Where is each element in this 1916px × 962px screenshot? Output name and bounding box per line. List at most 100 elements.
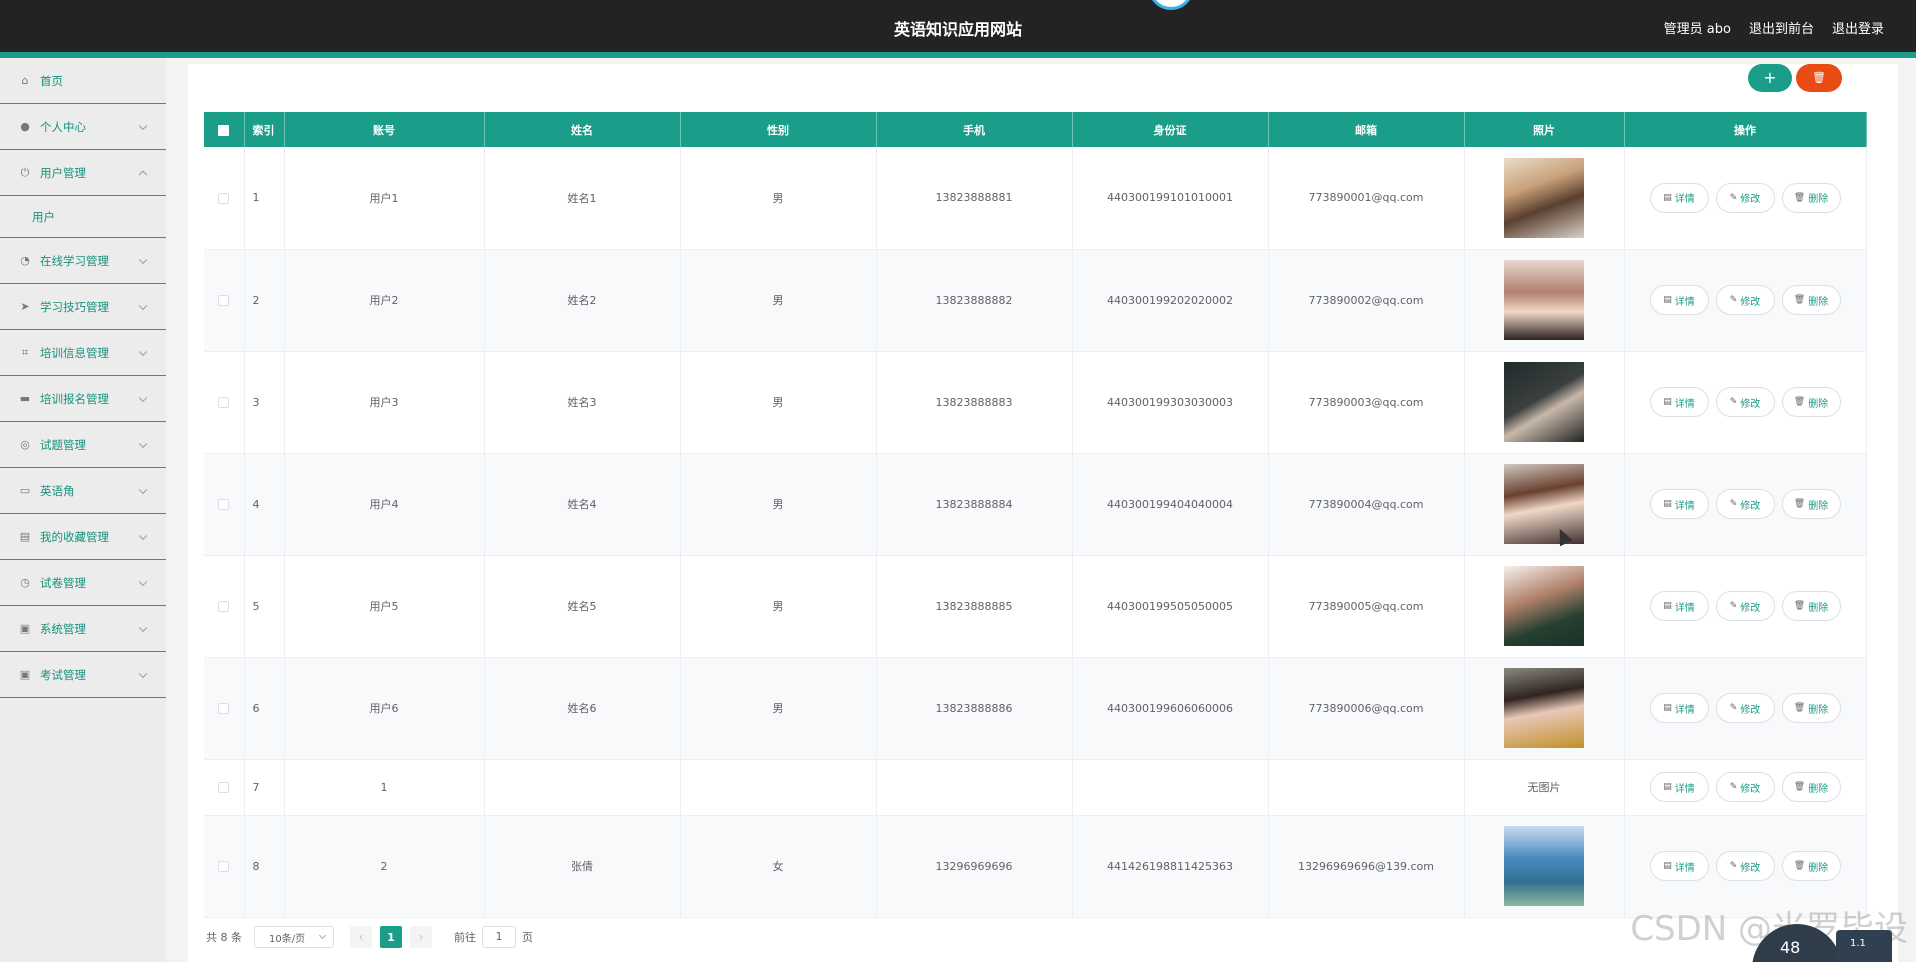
row-checkbox[interactable]: [204, 555, 245, 658]
sidebar-item-personal-center[interactable]: ● 个人中心: [0, 104, 166, 150]
detail-button[interactable]: ▤ 详情: [1649, 387, 1709, 417]
delete-button[interactable]: 🗑 删除: [1781, 851, 1841, 881]
column-header: 姓名: [484, 112, 681, 147]
admin-label: 管理员 abo: [1663, 22, 1731, 37]
edit-button[interactable]: ✎ 修改: [1715, 489, 1775, 519]
page-size-value: 10条/页: [269, 933, 306, 945]
chevron-down-icon: [138, 577, 148, 586]
edit-button[interactable]: ✎ 修改: [1715, 591, 1775, 621]
row-checkbox[interactable]: [204, 657, 245, 760]
back-to-front-link[interactable]: 退出到前台: [1749, 18, 1814, 37]
cell-gender: 男: [680, 657, 877, 760]
edit-button[interactable]: ✎ 修改: [1715, 772, 1775, 802]
sidebar-item-system[interactable]: ▣ 系统管理: [0, 606, 166, 652]
table-row: 8 2 张倩 女 13296969696 441426198811425363 …: [204, 815, 1867, 918]
detail-button[interactable]: ▤ 详情: [1649, 851, 1709, 881]
page-size-select[interactable]: 10条/页: [254, 926, 334, 948]
pencil-icon: ✎: [1729, 192, 1738, 203]
user-photo: [1504, 668, 1584, 748]
printer-icon: ▤: [19, 530, 31, 543]
sidebar-item-user-management[interactable]: ⏻ 用户管理: [0, 150, 166, 196]
cell-actions: ▤ 详情 ✎ 修改 🗑 删除: [1624, 759, 1867, 816]
edit-button[interactable]: ✎ 修改: [1715, 693, 1775, 723]
select-all-checkbox[interactable]: [204, 112, 245, 147]
sidebar-item-favorites[interactable]: ▤ 我的收藏管理: [0, 514, 166, 560]
sidebar-subitem-user[interactable]: 用户: [0, 196, 166, 238]
next-page-button[interactable]: ›: [410, 926, 432, 948]
user-table: 索引 账号 姓名 性别 手机 身份证 邮箱 照片 操作 1 用户1 姓名1 男 …: [204, 112, 1867, 918]
edit-button[interactable]: ✎ 修改: [1715, 851, 1775, 881]
briefcase-icon: ▭: [19, 484, 31, 497]
user-icon: ●: [20, 120, 30, 133]
sidebar-item-label: 用户管理: [40, 165, 86, 180]
column-header: 手机: [876, 112, 1073, 147]
detail-button[interactable]: ▤ 详情: [1649, 489, 1709, 519]
detail-button[interactable]: ▤ 详情: [1649, 285, 1709, 315]
column-header: 邮箱: [1268, 112, 1465, 147]
cell-gender: 男: [680, 351, 877, 454]
delete-button[interactable]: 🗑 删除: [1781, 591, 1841, 621]
cell-phone: 13823888885: [876, 555, 1073, 658]
delete-button[interactable]: 🗑 删除: [1781, 182, 1841, 213]
detail-button[interactable]: ▤ 详情: [1649, 182, 1709, 213]
chevron-down-icon: [138, 121, 148, 130]
detail-button[interactable]: ▤ 详情: [1649, 693, 1709, 723]
cell-photo: [1464, 453, 1625, 556]
detail-button[interactable]: ▤ 详情: [1649, 772, 1709, 802]
logout-link[interactable]: 退出登录: [1832, 18, 1884, 37]
row-checkbox[interactable]: [204, 147, 245, 250]
delete-button[interactable]: 🗑 删除: [1781, 489, 1841, 519]
edit-button[interactable]: ✎ 修改: [1715, 285, 1775, 315]
delete-button[interactable]: 🗑 删除: [1781, 772, 1841, 802]
cell-idcard: 441426198811425363: [1072, 815, 1269, 918]
sidebar-item-label: 试卷管理: [40, 575, 86, 590]
row-checkbox[interactable]: [204, 453, 245, 556]
goto-page-input[interactable]: 1: [482, 926, 516, 948]
row-checkbox[interactable]: [204, 351, 245, 454]
row-index: 4: [244, 453, 285, 556]
cell-gender: 男: [680, 555, 877, 658]
sidebar-item-exams[interactable]: ▣ 考试管理: [0, 652, 166, 698]
page-suffix: 页: [522, 931, 533, 944]
row-checkbox[interactable]: [204, 249, 245, 352]
edit-button[interactable]: ✎ 修改: [1715, 387, 1775, 417]
column-header: 身份证: [1072, 112, 1269, 147]
sidebar-item-english-corner[interactable]: ▭ 英语角: [0, 468, 166, 514]
table-row: 5 用户5 姓名5 男 13823888885 4403001995050500…: [204, 555, 1867, 658]
clock-icon: ◷: [20, 576, 30, 589]
cell-name: [484, 759, 681, 816]
sidebar-item-online-learning[interactable]: ◔ 在线学习管理: [0, 238, 166, 284]
current-page[interactable]: 1: [380, 926, 402, 948]
column-header: 索引: [244, 112, 285, 147]
sidebar-item-papers[interactable]: ◷ 试卷管理: [0, 560, 166, 606]
clipboard-icon: ▣: [19, 622, 31, 635]
delete-button[interactable]: 🗑 删除: [1781, 693, 1841, 723]
table-header-row: 索引 账号 姓名 性别 手机 身份证 邮箱 照片 操作: [204, 112, 1867, 147]
send-icon: ➤: [20, 300, 30, 313]
user-photo: [1504, 260, 1584, 340]
sidebar-item-training-signup[interactable]: ▬ 培训报名管理: [0, 376, 166, 422]
chevron-down-icon: [138, 669, 148, 678]
chevron-down-icon: [138, 347, 148, 356]
detail-button[interactable]: ▤ 详情: [1649, 591, 1709, 621]
sidebar-item-questions[interactable]: ◎ 试题管理: [0, 422, 166, 468]
batch-delete-button[interactable]: 🗑: [1796, 64, 1842, 92]
row-index: 8: [244, 815, 285, 918]
add-button[interactable]: +: [1748, 64, 1792, 92]
sidebar-item-training-info[interactable]: ⌗ 培训信息管理: [0, 330, 166, 376]
delete-button[interactable]: 🗑 删除: [1781, 285, 1841, 315]
chevron-down-icon: [138, 531, 148, 540]
sidebar-item-study-tips[interactable]: ➤ 学习技巧管理: [0, 284, 166, 330]
row-checkbox[interactable]: [204, 759, 245, 816]
cell-phone: 13296969696: [876, 815, 1073, 918]
sidebar-item-home[interactable]: ⌂ 首页: [0, 58, 166, 104]
edit-button[interactable]: ✎ 修改: [1715, 182, 1775, 213]
row-checkbox[interactable]: [204, 815, 245, 918]
delete-button[interactable]: 🗑 删除: [1781, 387, 1841, 417]
cell-account: 2: [284, 815, 485, 918]
chevron-down-icon: [318, 931, 327, 940]
cell-photo: [1464, 657, 1625, 760]
user-photo: [1504, 464, 1584, 544]
column-header: 照片: [1464, 112, 1625, 147]
prev-page-button[interactable]: ‹: [350, 926, 372, 948]
